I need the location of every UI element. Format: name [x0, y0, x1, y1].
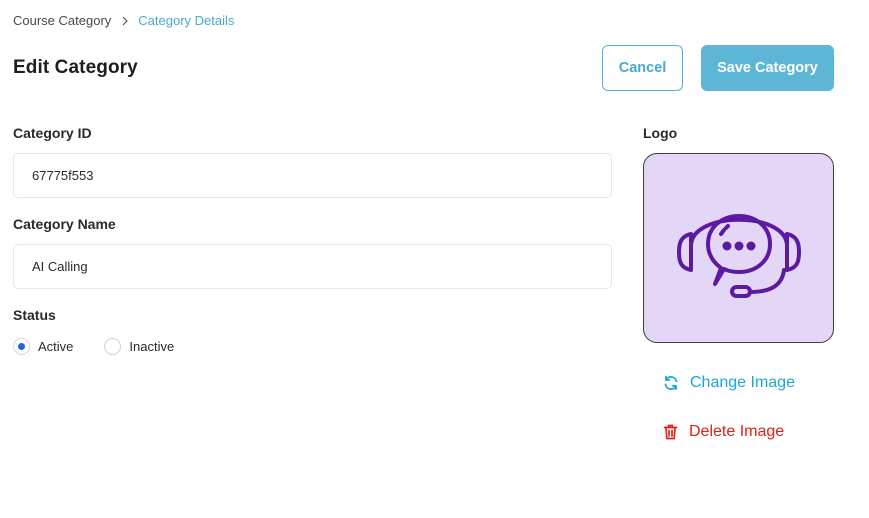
breadcrumb-current[interactable]: Category Details — [138, 13, 234, 28]
refresh-icon — [663, 375, 679, 391]
status-option-label: Inactive — [129, 339, 175, 354]
logo-label: Logo — [643, 125, 678, 141]
cancel-button[interactable]: Cancel — [602, 45, 683, 91]
trash-icon — [663, 424, 678, 440]
save-category-button[interactable]: Save Category — [701, 45, 834, 91]
status-option-inactive[interactable]: Inactive — [104, 338, 174, 355]
status-option-label: Active — [38, 339, 74, 354]
breadcrumb: Course Category Category Details — [13, 13, 234, 28]
delete-image-label: Delete Image — [689, 423, 785, 440]
category-name-label: Category Name — [13, 216, 116, 232]
chevron-right-icon — [121, 16, 129, 26]
breadcrumb-link-course-category[interactable]: Course Category — [13, 13, 111, 28]
status-option-active[interactable]: Active — [13, 338, 73, 355]
page-title: Edit Category — [13, 57, 138, 78]
headset-chat-icon — [676, 214, 801, 298]
category-name-input[interactable] — [13, 244, 612, 289]
category-id-input[interactable] — [13, 153, 612, 198]
logo-image — [643, 153, 834, 343]
category-id-label: Category ID — [13, 125, 92, 141]
radio-button-unchecked[interactable] — [104, 338, 122, 355]
status-label: Status — [13, 307, 56, 323]
status-radio-group: Active Inactive — [13, 338, 174, 355]
radio-button-checked[interactable] — [13, 338, 30, 355]
delete-image-button[interactable]: Delete Image — [663, 423, 784, 441]
radio-dot — [18, 343, 25, 350]
change-image-button[interactable]: Change Image — [663, 374, 795, 392]
change-image-label: Change Image — [690, 374, 795, 391]
